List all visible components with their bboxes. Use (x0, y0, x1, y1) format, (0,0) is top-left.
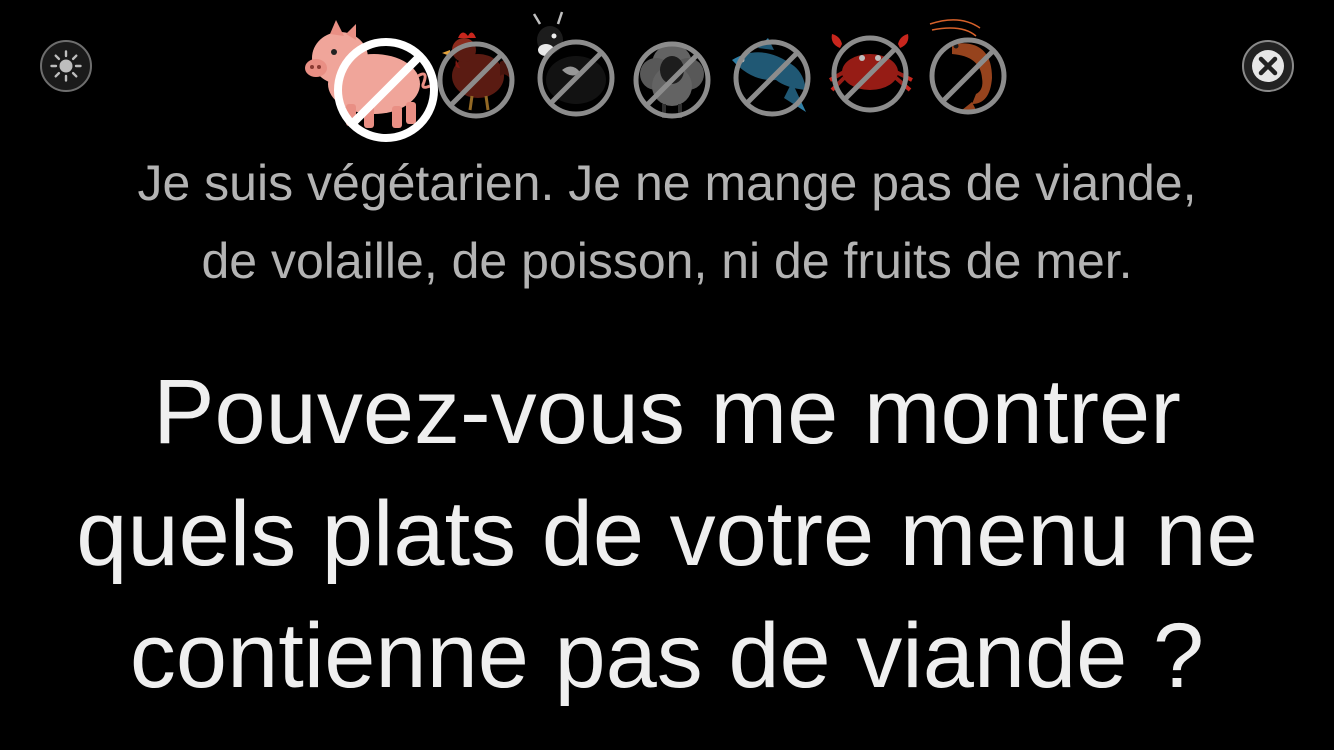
question-line-3: contienne pas de viande ? (129, 605, 1205, 707)
question-line-1: Pouvez-vous me montrer (153, 361, 1181, 463)
pig-icon[interactable] (302, 18, 438, 142)
crab-icon[interactable] (826, 28, 916, 113)
cow-icon[interactable] (532, 10, 616, 117)
close-button[interactable] (1242, 40, 1294, 92)
statement-line-2: de volaille, de poisson, ni de fruits de… (201, 233, 1133, 289)
shrimp-icon[interactable] (922, 14, 1010, 115)
question-line-2: quels plats de votre menu ne (76, 483, 1258, 585)
sheep-icon[interactable] (630, 24, 714, 120)
chicken-icon[interactable] (436, 22, 516, 119)
fish-icon[interactable] (728, 30, 824, 120)
sun-icon (50, 50, 82, 82)
close-icon (1252, 50, 1284, 82)
statement-line-1: Je suis végétarien. Je ne mange pas de v… (137, 155, 1197, 211)
brightness-button[interactable] (40, 40, 92, 92)
diet-icon-row (296, 8, 1026, 142)
